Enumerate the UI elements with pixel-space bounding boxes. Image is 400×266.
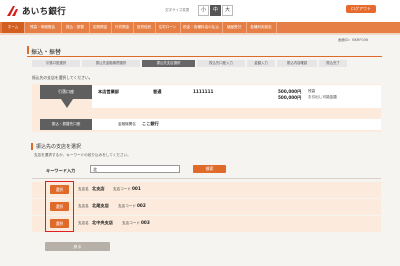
section-accent xyxy=(31,143,33,150)
from-balance-label: 残高 xyxy=(308,89,316,93)
instruction-text: 振込先の支店を選択してください。 xyxy=(32,75,93,80)
branch-section-title: 振込先の支店を選択 xyxy=(36,144,82,150)
bank-name: あいち銀行 xyxy=(22,7,67,17)
nav-notifications[interactable]: 諸届受付 xyxy=(222,22,247,33)
branch-name: 北中央支店 xyxy=(92,220,113,225)
title-underline xyxy=(27,56,382,57)
page-title: 振込・振替 xyxy=(31,49,62,56)
branch-code-label: 支店コード xyxy=(122,221,140,225)
step-3-current: 振込先支店選択 xyxy=(142,60,195,67)
nav-investment-trust[interactable]: 投資信託 xyxy=(133,22,156,33)
bank-logo-icon xyxy=(7,6,18,16)
to-account-label: 振込・振替先口座 xyxy=(40,119,92,130)
from-available-label: お引出し可能金額 xyxy=(308,95,337,99)
font-size-medium-button[interactable]: 中 xyxy=(210,5,221,16)
search-button[interactable]: 検索 xyxy=(193,165,226,173)
nav-settings[interactable]: 各種利用設定 xyxy=(246,22,277,33)
branch-code-label: 支店コード xyxy=(118,204,136,208)
branch-code: 001 xyxy=(132,186,141,191)
branch-name-label: 支店名 xyxy=(78,187,89,191)
title-accent xyxy=(27,46,29,54)
nav-balance[interactable]: 残高・明細照会 xyxy=(24,22,62,33)
main-nav: ホーム 残高・明細照会 振込・振替 定期預金 外貨預金 投資信託 住宅ローン 税… xyxy=(0,22,400,33)
nav-time-deposit[interactable]: 定期預金 xyxy=(89,22,112,33)
step-6: 振込内容確認 xyxy=(277,60,317,67)
back-button[interactable]: 戻る xyxy=(45,242,110,251)
branch-name-label: 支店名 xyxy=(78,221,89,225)
branch-code: 002 xyxy=(137,203,146,208)
font-size-small-button[interactable]: 小 xyxy=(198,5,209,16)
to-bank-label: 金融機関名 xyxy=(118,122,136,126)
divider xyxy=(0,33,400,35)
arrow-down-icon xyxy=(61,99,73,108)
from-available: 500,000円 xyxy=(278,95,302,100)
branch-name: 北尾支店 xyxy=(92,203,109,208)
nav-transfer[interactable]: 振込・振替 xyxy=(61,22,90,33)
branch-name: 北支店 xyxy=(92,186,105,191)
step-7: 振込完了 xyxy=(319,60,347,67)
branch-code-label: 支店コード xyxy=(113,187,131,191)
nav-tax-payment[interactable]: 税金・各種料金の払込 xyxy=(180,22,223,33)
highlight-box xyxy=(45,181,74,232)
branch-code: 003 xyxy=(141,220,150,225)
nav-foreign-deposit[interactable]: 外貨預金 xyxy=(111,22,134,33)
step-5: 金額入力 xyxy=(247,60,275,67)
step-4: 振込先口座入力 xyxy=(197,60,245,67)
nav-housing-loan[interactable]: 住宅ローン xyxy=(155,22,181,33)
font-size-large-button[interactable]: 大 xyxy=(222,5,233,16)
nav-home[interactable]: ホーム xyxy=(2,22,25,33)
from-account-label: 引落口座 xyxy=(40,85,92,99)
screen-id: 画面ID：BKRF006 xyxy=(338,38,369,42)
step-2: 振込先金融機関選択 xyxy=(82,60,140,67)
from-account-type: 普通 xyxy=(153,89,162,94)
font-size-label: 文字サイズ変更 xyxy=(165,8,190,12)
from-branch: 本店営業部 xyxy=(98,89,119,94)
from-account-number: 1111111 xyxy=(193,89,214,94)
to-bank-name: ここ銀行 xyxy=(142,121,159,126)
from-account-info xyxy=(92,85,381,108)
keyword-input[interactable]: 北 xyxy=(90,165,180,173)
logout-button[interactable]: ログアウト xyxy=(346,5,376,13)
step-1: 引落口座選択 xyxy=(32,60,80,67)
keyword-label: キーワード入力 xyxy=(46,168,76,173)
branch-name-label: 支店名 xyxy=(78,204,89,208)
list-divider xyxy=(32,178,381,179)
branch-instruction: 支店を選択するか、キーワードの絞り込みをしてください。 xyxy=(34,153,131,157)
